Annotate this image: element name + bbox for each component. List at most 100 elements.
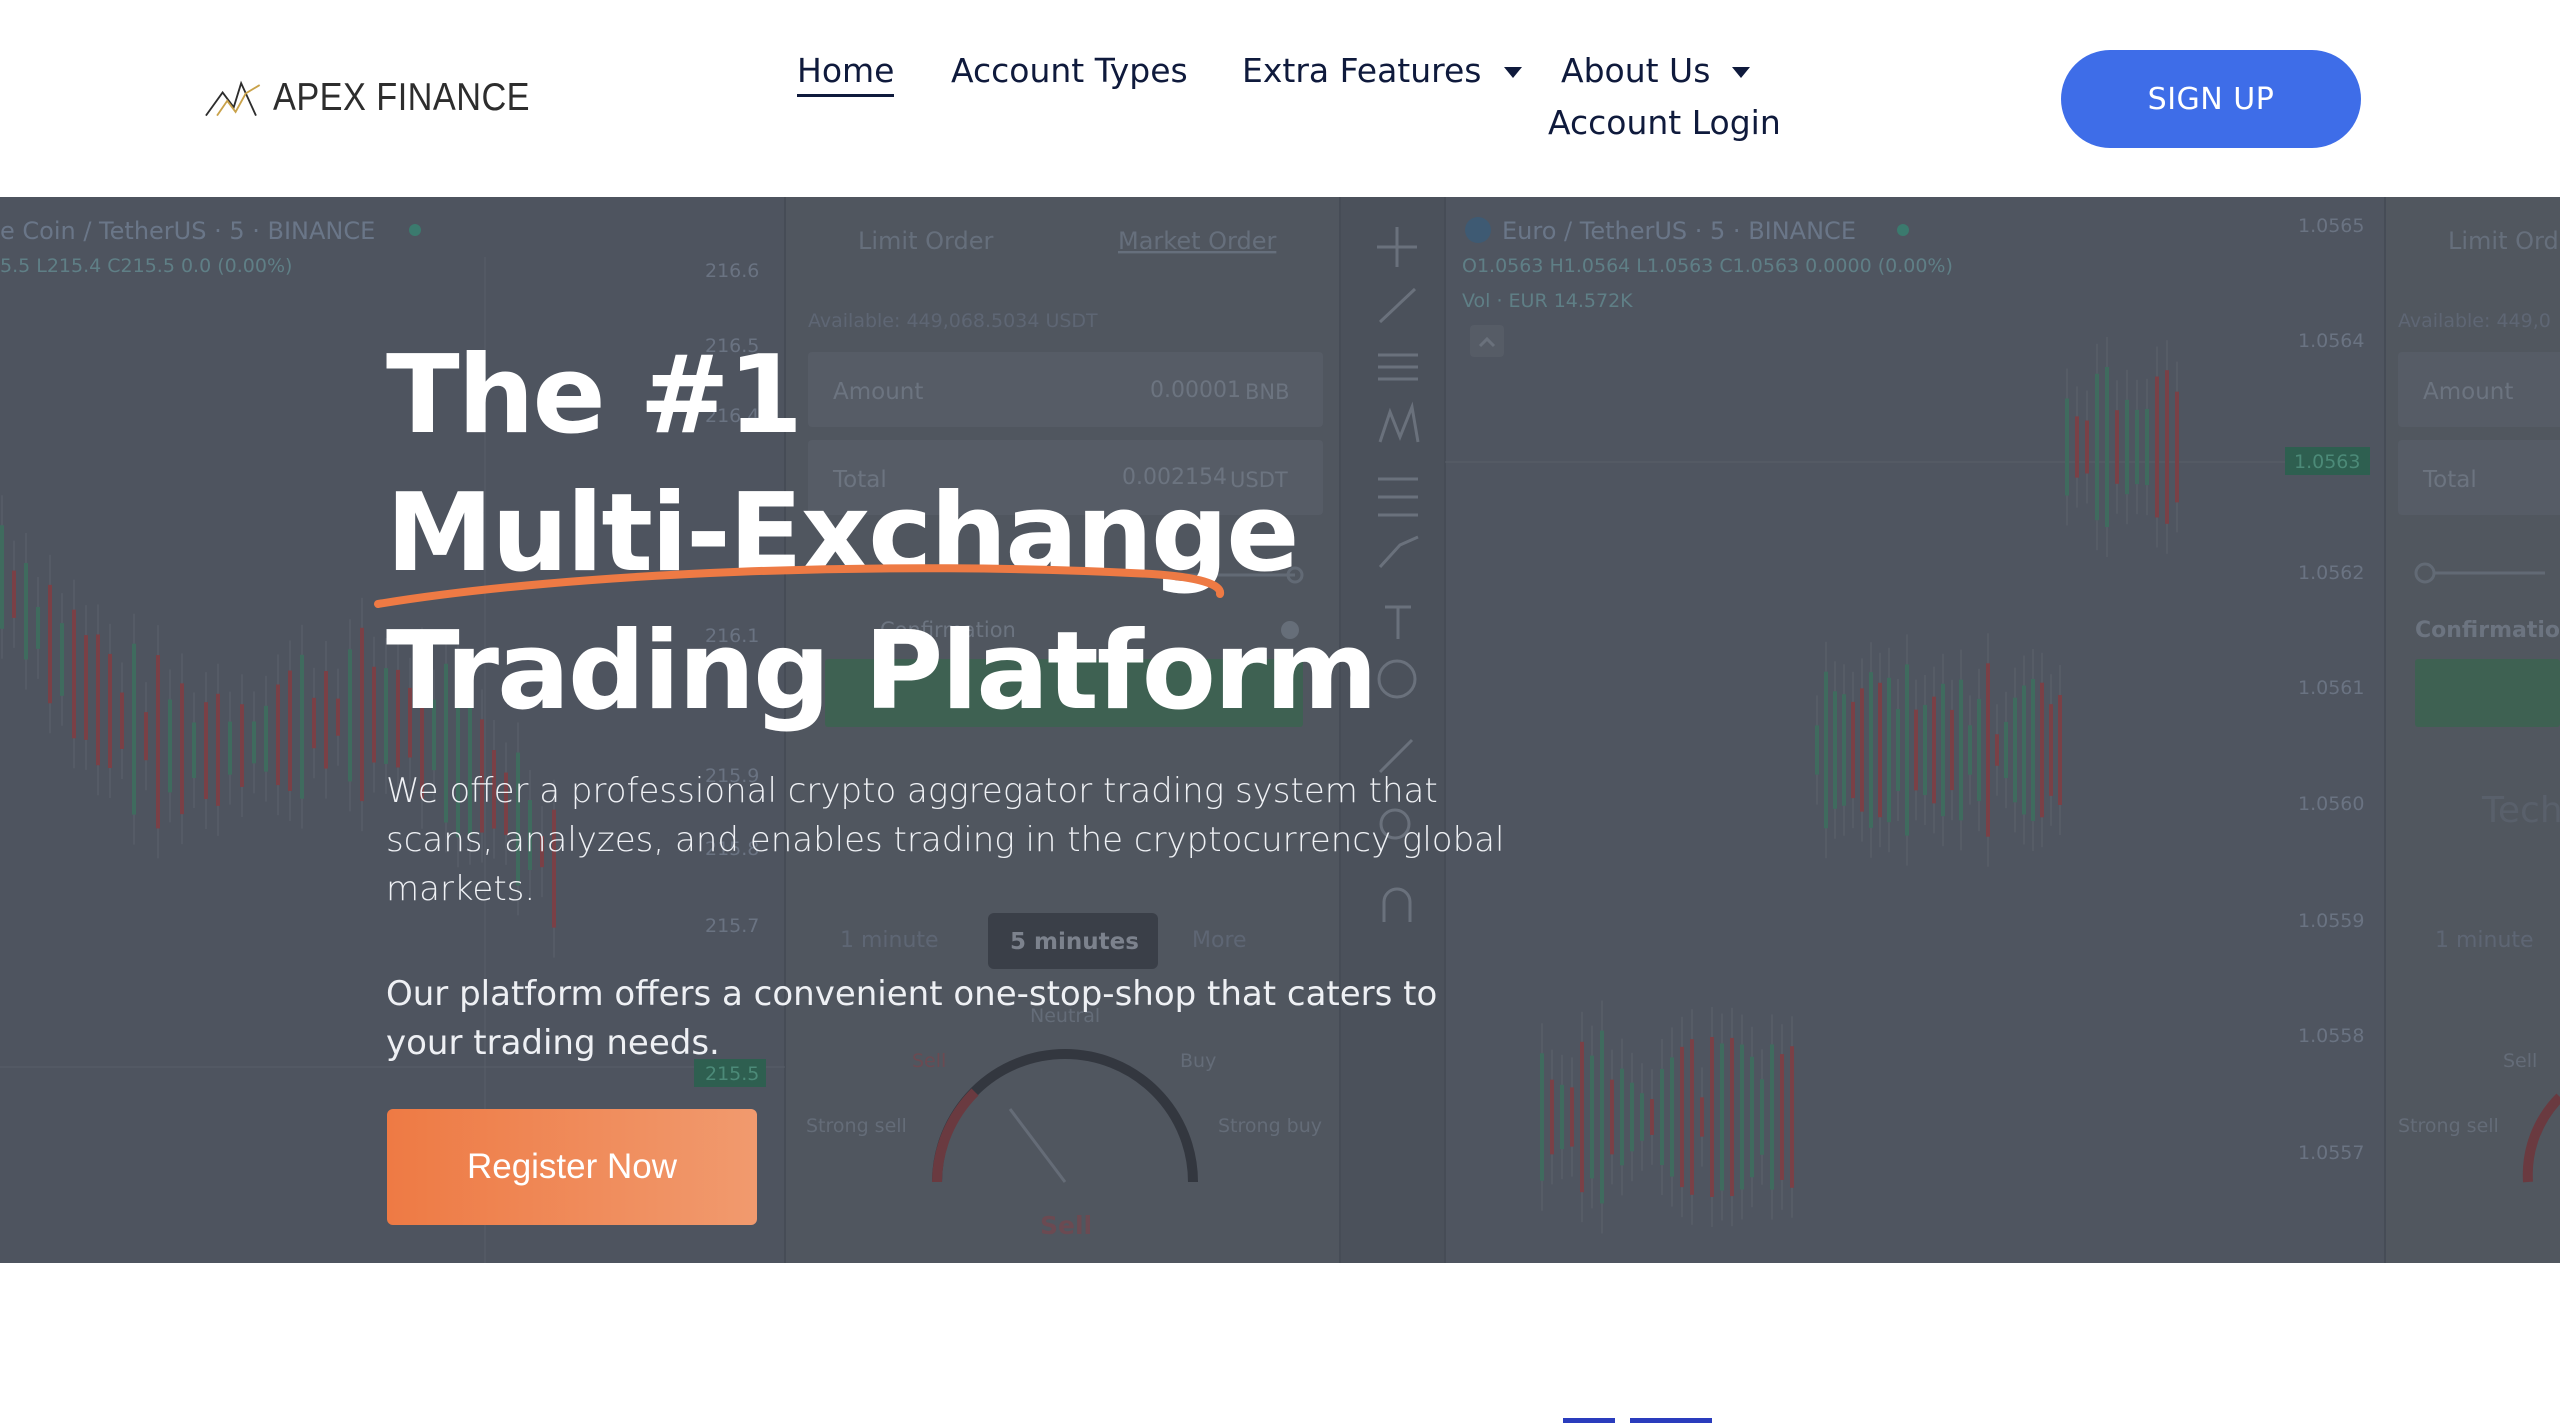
candle-body — [1941, 683, 1945, 817]
right-gauge-strong-sell: Strong sell — [2398, 1115, 2499, 1137]
candle-body — [1842, 694, 1846, 806]
candle-body — [12, 570, 16, 618]
euro-coin-icon — [1465, 217, 1491, 243]
hero-title-line-1: The #1 — [386, 333, 803, 458]
right-current-price: 1.0563 — [2294, 451, 2360, 473]
candle-body — [1730, 1037, 1734, 1197]
candle-body — [1550, 1079, 1554, 1155]
right-total-label: Total — [2422, 467, 2477, 493]
candle-body — [1878, 682, 1882, 818]
candle-body — [2135, 409, 2139, 485]
interval-5m: 5 minutes — [1010, 929, 1139, 955]
candle-body — [168, 699, 172, 793]
candle-body — [2125, 399, 2129, 495]
candle-body — [96, 634, 100, 766]
candle-body — [2058, 695, 2062, 805]
live-dot-icon — [1897, 224, 1909, 236]
right-price-tick: 1.0558 — [2298, 1025, 2364, 1047]
left-ohlc: 5.5 L215.4 C215.5 0.0 (0.00%) — [0, 255, 292, 277]
interval-1m: 1 minute — [840, 928, 939, 953]
candle-body — [240, 704, 244, 787]
candle-body — [2105, 366, 2109, 528]
nav-about-us-label: About Us — [1561, 51, 1711, 90]
candle-body — [1720, 1043, 1724, 1191]
right-price-tick: 1.0560 — [2298, 793, 2364, 815]
right-ohlc: O1.0563 H1.0564 L1.0563 C1.0563 0.0000 (… — [1462, 255, 1953, 277]
candle-body — [108, 653, 112, 768]
tab-limit-order: Limit Order — [858, 227, 993, 255]
candle-body — [1770, 1044, 1774, 1190]
candle-body — [2115, 410, 2119, 484]
hero-description-2: Our platform offers a convenient one-sto… — [386, 974, 1438, 1063]
candle-body — [1750, 1056, 1754, 1178]
candle-body — [2075, 416, 2079, 478]
tab-market-order: Market Order — [1118, 227, 1276, 255]
candle-body — [1790, 1046, 1794, 1188]
candle-body — [1700, 1097, 1704, 1137]
nav-about-us[interactable]: About Us — [1561, 51, 1751, 90]
candle-body — [1923, 704, 1927, 796]
candle-body — [1986, 663, 1990, 837]
candle-body — [180, 683, 184, 815]
candle-body — [0, 525, 4, 629]
candle-body — [156, 655, 160, 829]
nav-account-login[interactable]: Account Login — [1548, 103, 1781, 142]
candle-body — [48, 584, 52, 704]
right-tech-label: Tech — [2481, 790, 2560, 831]
right-price-tick: 1.0561 — [2298, 677, 2364, 699]
title-underline-swoosh — [374, 564, 1224, 608]
logo-text: APEX FINANCE — [272, 76, 530, 119]
candle-body — [2065, 398, 2069, 496]
nav-extra-features[interactable]: Extra Features — [1242, 51, 1522, 90]
gauge-strong-buy: Strong buy — [1218, 1115, 1322, 1137]
candle-body — [1560, 1084, 1564, 1150]
candle-body — [1824, 671, 1828, 829]
partial-image-edge — [1630, 1418, 1712, 1423]
logo-mountain-icon — [205, 80, 261, 117]
candle-body — [348, 649, 352, 782]
candle-body — [1914, 709, 1918, 791]
candle-body — [2145, 408, 2149, 486]
candle-body — [36, 607, 40, 649]
live-dot-icon — [409, 224, 421, 236]
candle-body — [1630, 1082, 1634, 1152]
right-tab-limit: Limit Orde — [2448, 227, 2560, 255]
candle-body — [60, 623, 64, 696]
candle-body — [132, 643, 136, 815]
candle-body — [2165, 370, 2169, 524]
candle-body — [2095, 373, 2099, 521]
sign-up-button[interactable]: SIGN UP — [2061, 50, 2361, 148]
candle-body — [2004, 721, 2008, 779]
right-price-tick: 1.0559 — [2298, 910, 2364, 932]
right-amount-label: Amount — [2423, 379, 2513, 405]
candle-body — [264, 705, 268, 772]
left-pair-label: e Coin / TetherUS · 5 · BINANCE — [0, 217, 375, 245]
candle-body — [1620, 1068, 1624, 1166]
right-interval: 1 minute — [2435, 928, 2534, 953]
candle-body — [372, 666, 376, 763]
candle-body — [2085, 420, 2089, 474]
logo[interactable]: APEX FINANCE — [205, 58, 565, 138]
candle-body — [1760, 1079, 1764, 1155]
nav-home[interactable]: Home — [797, 51, 895, 97]
right-pair-label: Euro / TetherUS · 5 · BINANCE — [1502, 217, 1856, 245]
register-now-button[interactable]: Register Now — [387, 1109, 757, 1225]
nav-account-types[interactable]: Account Types — [951, 51, 1188, 90]
nav-account-types-label: Account Types — [951, 51, 1188, 90]
right-confirmation: Confirmation — [2415, 618, 2560, 643]
hero-section: e Coin / TetherUS · 5 · BINANCE 5.5 L215… — [0, 197, 2560, 1263]
candle-body — [360, 627, 364, 802]
candle-body — [1570, 1087, 1574, 1147]
right-price-tick: 1.0565 — [2298, 215, 2364, 237]
candle-body — [336, 698, 340, 736]
left-price-tick: 216.6 — [705, 260, 759, 282]
right-volume: Vol · EUR 14.572K — [1462, 290, 1633, 312]
candle-body — [1905, 664, 1909, 836]
candle-body — [1932, 696, 1936, 804]
candle-body — [1887, 677, 1891, 823]
candle-body — [2040, 682, 2044, 818]
candle-body — [1650, 1099, 1654, 1135]
candle-body — [216, 693, 220, 806]
gauge-strong-sell: Strong sell — [806, 1115, 907, 1137]
candle-body — [324, 671, 328, 769]
